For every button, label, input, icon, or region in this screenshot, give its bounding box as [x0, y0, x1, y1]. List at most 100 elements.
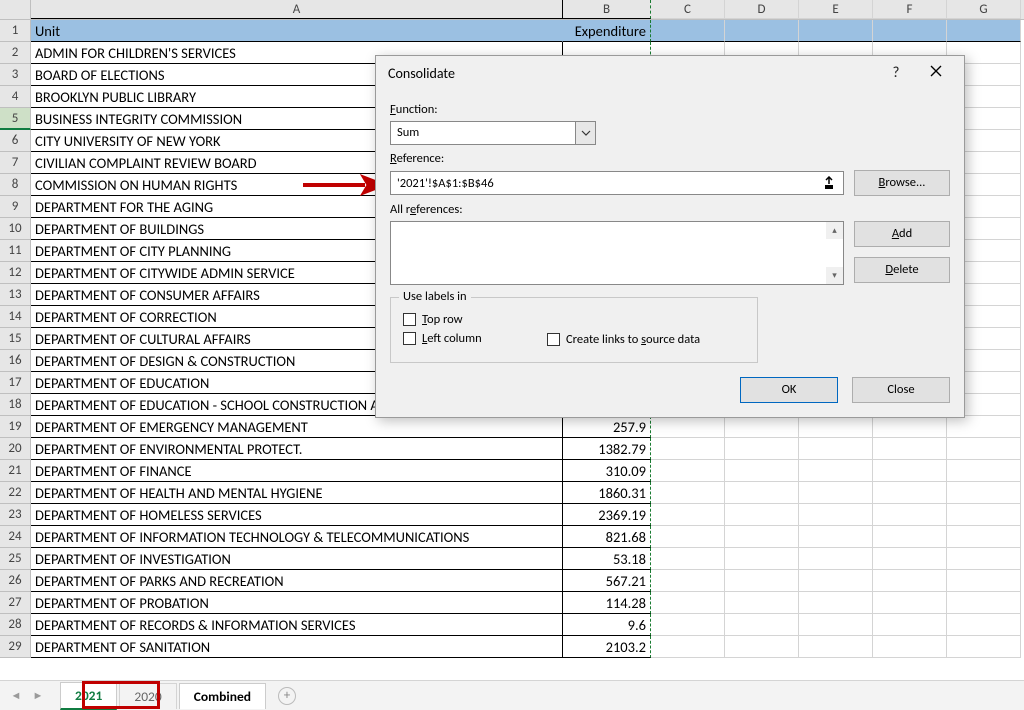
cell-E25[interactable] — [799, 548, 873, 570]
cell-B21[interactable]: 310.09 — [563, 460, 651, 482]
cell-D29[interactable] — [725, 636, 799, 658]
tab-next-icon[interactable]: ► — [28, 685, 48, 707]
cell-F23[interactable] — [873, 504, 947, 526]
cell-C29[interactable] — [651, 636, 725, 658]
cell-A26[interactable]: DEPARTMENT OF PARKS AND RECREATION — [31, 570, 563, 592]
close-icon[interactable] — [916, 56, 956, 90]
function-select[interactable]: Sum — [390, 121, 576, 145]
row-header[interactable]: 14 — [0, 306, 31, 328]
row-header[interactable]: 24 — [0, 526, 31, 548]
cell-F21[interactable] — [873, 460, 947, 482]
cell-D24[interactable] — [725, 526, 799, 548]
cell-E27[interactable] — [799, 592, 873, 614]
sheet-tab-combined[interactable]: Combined — [179, 683, 266, 709]
cell-B22[interactable]: 1860.31 — [563, 482, 651, 504]
cell-D21[interactable] — [725, 460, 799, 482]
cell-G21[interactable] — [947, 460, 1021, 482]
row-header[interactable]: 3 — [0, 64, 31, 86]
row-header[interactable]: 4 — [0, 86, 31, 108]
cell-F19[interactable] — [873, 416, 947, 438]
cell-D25[interactable] — [725, 548, 799, 570]
cell-D23[interactable] — [725, 504, 799, 526]
cell-G20[interactable] — [947, 438, 1021, 460]
row-header[interactable]: 10 — [0, 218, 31, 240]
create-links-checkbox[interactable] — [547, 333, 560, 346]
row-header[interactable]: 5 — [0, 108, 31, 130]
cell-E21[interactable] — [799, 460, 873, 482]
row-header[interactable]: 7 — [0, 152, 31, 174]
cell-D28[interactable] — [725, 614, 799, 636]
col-header-A[interactable]: A — [31, 0, 563, 19]
cell-A29[interactable]: DEPARTMENT OF SANITATION — [31, 636, 563, 658]
cell-A21[interactable]: DEPARTMENT OF FINANCE — [31, 460, 563, 482]
row-header[interactable]: 15 — [0, 328, 31, 350]
row-header[interactable]: 23 — [0, 504, 31, 526]
browse-button[interactable]: Browse... — [854, 170, 950, 196]
cell-F22[interactable] — [873, 482, 947, 504]
cell-A27[interactable]: DEPARTMENT OF PROBATION — [31, 592, 563, 614]
reference-input[interactable] — [397, 176, 822, 191]
cell-C27[interactable] — [651, 592, 725, 614]
cell-C25[interactable] — [651, 548, 725, 570]
cell-D1[interactable] — [725, 20, 799, 42]
cell-E19[interactable] — [799, 416, 873, 438]
cell-A28[interactable]: DEPARTMENT OF RECORDS & INFORMATION SERV… — [31, 614, 563, 636]
row-header[interactable]: 26 — [0, 570, 31, 592]
sheet-tab-2021[interactable]: 2021 — [60, 682, 117, 710]
cell-C26[interactable] — [651, 570, 725, 592]
cell-B24[interactable]: 821.68 — [563, 526, 651, 548]
row-header[interactable]: 17 — [0, 372, 31, 394]
col-header-C[interactable]: C — [651, 0, 725, 19]
col-header-E[interactable]: E — [799, 0, 873, 19]
cell-F29[interactable] — [873, 636, 947, 658]
cell-G19[interactable] — [947, 416, 1021, 438]
all-references-list[interactable]: ▴ ▾ — [390, 221, 844, 285]
row-header[interactable]: 13 — [0, 284, 31, 306]
cell-G27[interactable] — [947, 592, 1021, 614]
cell-A1[interactable]: Unit — [31, 20, 563, 42]
ok-button[interactable]: OK — [740, 377, 838, 403]
cell-A25[interactable]: DEPARTMENT OF INVESTIGATION — [31, 548, 563, 570]
cell-G26[interactable] — [947, 570, 1021, 592]
collapse-dialog-icon[interactable] — [822, 174, 837, 192]
cell-C22[interactable] — [651, 482, 725, 504]
cell-B20[interactable]: 1382.79 — [563, 438, 651, 460]
cell-E1[interactable] — [799, 20, 873, 42]
cell-F28[interactable] — [873, 614, 947, 636]
cell-D22[interactable] — [725, 482, 799, 504]
scroll-up-icon[interactable]: ▴ — [826, 222, 843, 239]
cell-C23[interactable] — [651, 504, 725, 526]
row-header[interactable]: 19 — [0, 416, 31, 438]
row-header[interactable]: 1 — [0, 20, 31, 42]
cell-E28[interactable] — [799, 614, 873, 636]
cell-A22[interactable]: DEPARTMENT OF HEALTH AND MENTAL HYGIENE — [31, 482, 563, 504]
cell-F20[interactable] — [873, 438, 947, 460]
cell-F27[interactable] — [873, 592, 947, 614]
row-header[interactable]: 28 — [0, 614, 31, 636]
row-header[interactable]: 21 — [0, 460, 31, 482]
col-header-F[interactable]: F — [873, 0, 947, 19]
cell-B29[interactable]: 2103.2 — [563, 636, 651, 658]
row-header[interactable]: 11 — [0, 240, 31, 262]
cell-E24[interactable] — [799, 526, 873, 548]
cell-A23[interactable]: DEPARTMENT OF HOMELESS SERVICES — [31, 504, 563, 526]
cell-D20[interactable] — [725, 438, 799, 460]
cell-E26[interactable] — [799, 570, 873, 592]
cell-A24[interactable]: DEPARTMENT OF INFORMATION TECHNOLOGY & T… — [31, 526, 563, 548]
dialog-titlebar[interactable]: Consolidate ? — [376, 56, 964, 90]
cell-B26[interactable]: 567.21 — [563, 570, 651, 592]
select-all-corner[interactable] — [0, 0, 31, 19]
tab-prev-icon[interactable]: ◄ — [6, 685, 26, 707]
cell-G25[interactable] — [947, 548, 1021, 570]
cell-G24[interactable] — [947, 526, 1021, 548]
cell-G23[interactable] — [947, 504, 1021, 526]
cell-E23[interactable] — [799, 504, 873, 526]
row-header[interactable]: 2 — [0, 42, 31, 64]
function-dropdown-button[interactable] — [576, 121, 596, 145]
row-header[interactable]: 12 — [0, 262, 31, 284]
add-sheet-button[interactable]: + — [278, 687, 296, 705]
row-header[interactable]: 27 — [0, 592, 31, 614]
top-row-checkbox[interactable] — [403, 313, 416, 326]
row-header[interactable]: 8 — [0, 174, 31, 196]
cell-E20[interactable] — [799, 438, 873, 460]
